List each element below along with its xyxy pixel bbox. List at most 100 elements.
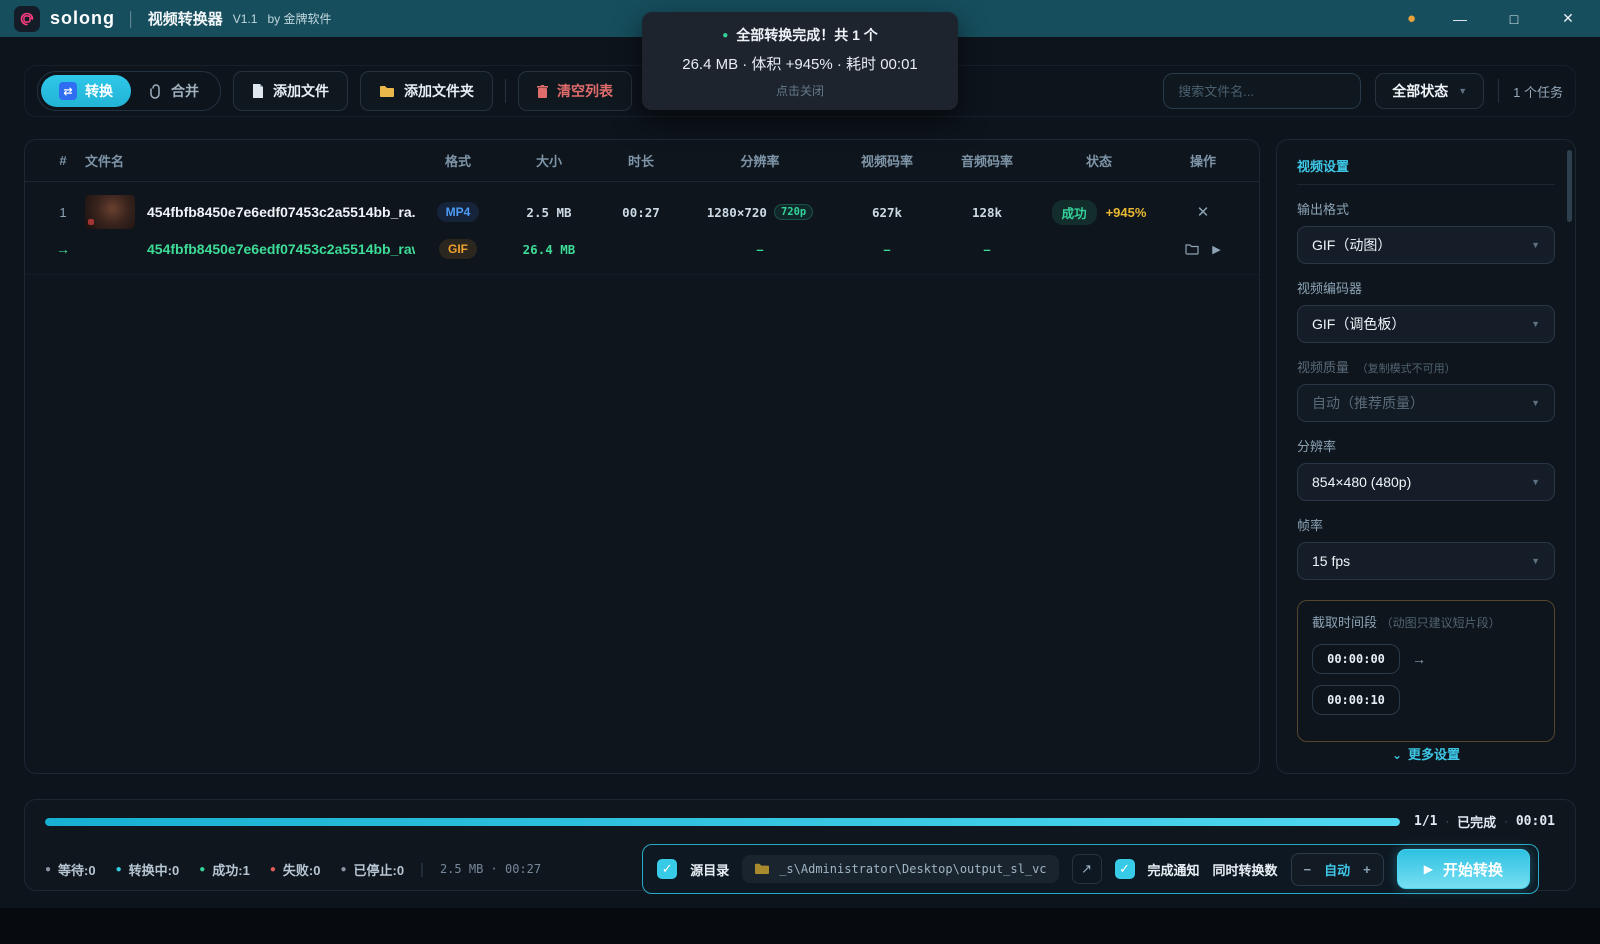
concurrent-label: 同时转换数 — [1213, 860, 1278, 879]
encoder-label: 视频编码器 — [1297, 278, 1555, 297]
folder-icon — [379, 85, 395, 98]
sidebar-scrollbar[interactable] — [1567, 150, 1572, 222]
quality-dropdown[interactable]: 自动（推荐质量） ▼ — [1297, 384, 1555, 422]
output-format-dropdown[interactable]: GIF（动图） ▼ — [1297, 226, 1555, 264]
source-video-bitrate: 627k — [835, 205, 939, 220]
stat-failed: ●失败:0 — [270, 860, 321, 879]
document-icon — [252, 84, 264, 99]
status-dot-icon: ● — [116, 864, 122, 875]
caret-down-icon: ▼ — [1531, 240, 1540, 250]
app-logo — [14, 6, 40, 32]
trim-label: 截取时间段 — [1312, 615, 1377, 630]
framerate-label: 帧率 — [1297, 515, 1555, 534]
source-row: 1 454fbfb8450e7e6edf07453c2a5514bb_ra...… — [41, 190, 1243, 234]
progress-time: 00:01 — [1516, 814, 1555, 829]
table-row[interactable]: 1 454fbfb8450e7e6edf07453c2a5514bb_ra...… — [25, 182, 1259, 275]
caret-down-icon: ▼ — [1531, 319, 1540, 329]
stat-waiting-label: 等待:0 — [58, 860, 96, 879]
open-folder-icon[interactable] — [1185, 243, 1200, 255]
progress-status: 已完成 — [1457, 812, 1496, 831]
caret-down-icon: ▼ — [1531, 477, 1540, 487]
close-button[interactable]: ✕ — [1558, 10, 1578, 27]
concurrent-stepper: − 自动 + — [1291, 853, 1384, 886]
encoder-dropdown[interactable]: GIF（调色板） ▼ — [1297, 305, 1555, 343]
remove-task-icon[interactable]: ✕ — [1197, 204, 1210, 221]
framerate-dropdown[interactable]: 15 fps ▼ — [1297, 542, 1555, 580]
search-input[interactable] — [1163, 73, 1361, 109]
quality-label: 视频质量 — [1297, 360, 1349, 375]
status-badge: 成功 — [1052, 200, 1097, 225]
stat-converting: ● 转换中:0 — [116, 860, 180, 879]
video-thumbnail — [85, 195, 135, 229]
progress-bar — [45, 818, 1400, 826]
resolution-badge: 720p — [774, 204, 813, 220]
arrow-right-icon: → — [41, 241, 85, 257]
maximize-button[interactable]: □ — [1504, 11, 1524, 27]
bottom-bar: 1/1 · 已完成 · 00:01 ●等待:0 ●转换中:0 ●成功:1 ●失败… — [24, 799, 1576, 891]
add-folder-button[interactable]: 添加文件夹 — [360, 71, 493, 111]
play-icon: ▶ — [1424, 862, 1433, 876]
tab-convert-label: 转换 — [85, 81, 113, 101]
theme-dot-icon[interactable]: ● — [1407, 10, 1416, 27]
col-index: # — [41, 153, 85, 168]
add-file-label: 添加文件 — [273, 81, 329, 101]
col-filename: 文件名 — [85, 151, 415, 170]
stat-stopped-label: 已停止:0 — [353, 860, 404, 879]
trim-hint: （动图只建议短片段） — [1381, 616, 1501, 630]
more-settings-link[interactable]: ⌄更多设置 — [1277, 744, 1575, 763]
toast-detail: 26.4 MB · 体积 +945% · 耗时 00:01 — [660, 53, 940, 74]
tab-convert[interactable]: ⇄ 转换 — [41, 75, 131, 107]
dot-separator: · — [1504, 816, 1508, 828]
col-status: 状态 — [1035, 151, 1163, 170]
clear-list-label: 清空列表 — [557, 81, 613, 101]
output-filename: 454fbfb8450e7e6edf07453c2a5514bb_raw.... — [147, 241, 415, 257]
decrement-button[interactable]: − — [1304, 862, 1312, 877]
mode-switch: ⇄ 转换 合并 — [37, 71, 221, 111]
output-resolution-dash: – — [685, 242, 835, 257]
stat-success-label: 成功:1 — [212, 860, 250, 879]
tab-merge[interactable]: 合并 — [131, 75, 217, 107]
app-name: solong — [50, 8, 115, 29]
format-badge-gif: GIF — [439, 239, 477, 259]
stat-converting-label: 转换中:0 — [129, 860, 180, 879]
paperclip-icon — [149, 84, 163, 99]
trim-start-input[interactable] — [1312, 644, 1400, 674]
quality-hint: （复制模式不可用） — [1357, 363, 1456, 375]
trash-icon — [537, 85, 548, 98]
source-size: 2.5 MB — [501, 205, 597, 220]
source-audio-bitrate: 128k — [939, 205, 1035, 220]
source-dir-checkbox[interactable]: ✓ — [657, 859, 677, 879]
app-byline: by 金牌软件 — [267, 10, 331, 27]
output-path: _s\Administrator\Desktop\output_sl_vc — [779, 862, 1046, 876]
output-path-box[interactable]: _s\Administrator\Desktop\output_sl_vc — [742, 855, 1058, 883]
add-file-button[interactable]: 添加文件 — [233, 71, 348, 111]
output-size: 26.4 MB — [501, 242, 597, 257]
source-filename: 454fbfb8450e7e6edf07453c2a5514bb_ra... — [147, 204, 415, 220]
col-actions: 操作 — [1163, 151, 1243, 170]
increment-button[interactable]: + — [1363, 862, 1371, 877]
minimize-button[interactable]: — — [1450, 11, 1470, 27]
notify-label: 完成通知 — [1148, 860, 1200, 879]
trim-end-input[interactable] — [1312, 685, 1400, 715]
format-badge-mp4: MP4 — [437, 202, 480, 222]
status-filter-dropdown[interactable]: 全部状态 ▼ — [1375, 73, 1484, 109]
toast-dismiss[interactable]: 点击关闭 — [660, 82, 940, 99]
start-conversion-button[interactable]: ▶ 开始转换 — [1397, 849, 1530, 889]
open-output-dir-button[interactable]: ↗ — [1072, 854, 1102, 884]
status-counters: ●等待:0 ●转换中:0 ●成功:1 ●失败:0 ●已停止:0 — [45, 860, 404, 879]
start-button-label: 开始转换 — [1443, 859, 1503, 880]
task-table: # 文件名 格式 大小 时长 分辨率 视频码率 音频码率 状态 操作 1 — [24, 139, 1260, 774]
chevron-down-icon: ⌄ — [1392, 748, 1402, 762]
settings-sidebar: 视频设置 输出格式 GIF（动图） ▼ 视频编码器 GIF（调色板） ▼ 视频质… — [1276, 139, 1576, 774]
resolution-label: 分辨率 — [1297, 436, 1555, 455]
task-count: 1 个任务 — [1513, 82, 1563, 101]
app-title: 视频转换器 — [148, 8, 223, 29]
resolution-dropdown[interactable]: 854×480 (480p) ▼ — [1297, 463, 1555, 501]
play-file-icon[interactable]: ▶ — [1212, 243, 1220, 256]
output-video-bitrate-dash: – — [835, 242, 939, 257]
completion-toast[interactable]: ● 全部转换完成！共 1 个 26.4 MB · 体积 +945% · 耗时 0… — [642, 12, 958, 110]
size-change: +945% — [1106, 205, 1147, 220]
clear-list-button[interactable]: 清空列表 — [518, 71, 632, 111]
toolbar-separator — [1498, 79, 1499, 103]
notify-checkbox[interactable]: ✓ — [1115, 859, 1135, 879]
